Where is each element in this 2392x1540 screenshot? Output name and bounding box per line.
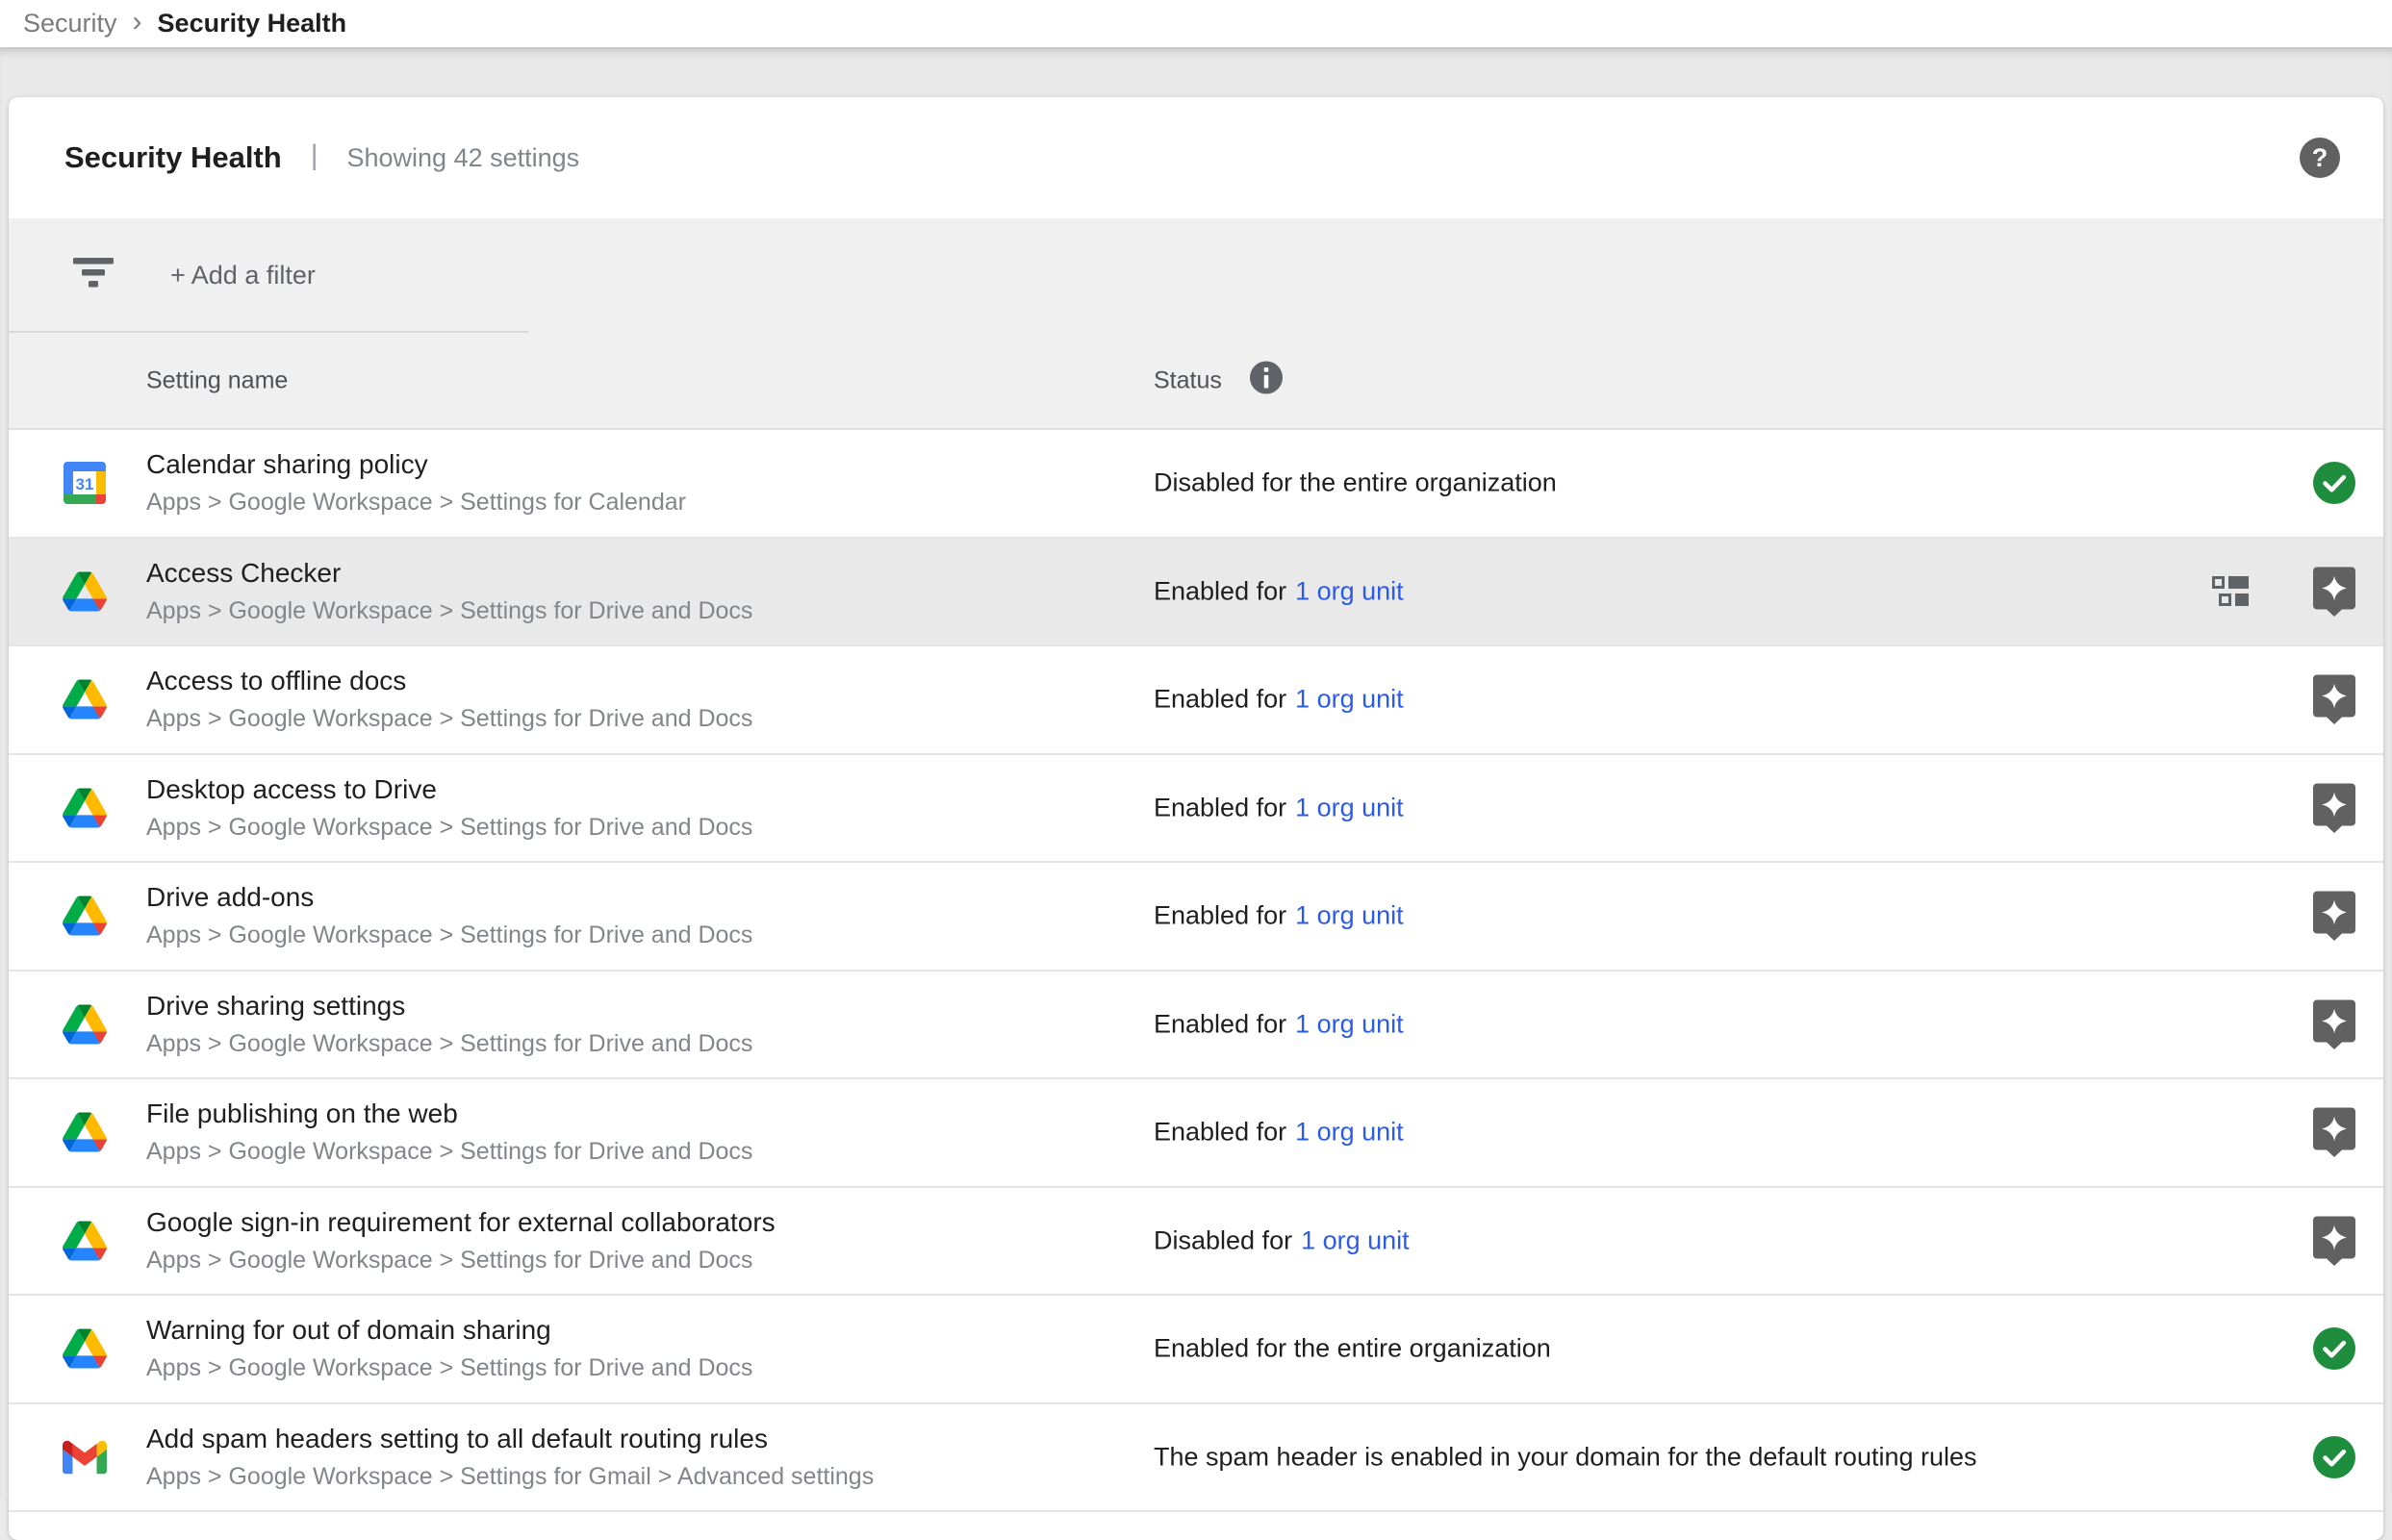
drive-icon <box>62 788 108 827</box>
security-health-card: Security Health | Showing 42 settings ? <box>9 97 2383 1540</box>
status-text: Enabled for1 org unit <box>1154 1009 1404 1039</box>
add-filter-label: + Add a filter <box>170 261 316 290</box>
table-head-area: + Add a filter Setting name Status <box>9 218 2383 430</box>
setting-title: Drive sharing settings <box>146 991 752 1022</box>
check-icon <box>2312 461 2356 505</box>
recommendation-badge-icon[interactable] <box>2312 674 2356 725</box>
card-header: Security Health | Showing 42 settings ? <box>9 97 2383 218</box>
drive-icon <box>62 1329 108 1369</box>
setting-path: Apps > Google Workspace > Settings for C… <box>146 489 686 517</box>
status-text: Enabled for1 org unit <box>1154 901 1404 931</box>
breadcrumb: Security › Security Health <box>0 0 2392 47</box>
org-unit-link[interactable]: 1 org unit <box>1295 685 1404 714</box>
table-row[interactable]: Drive add-ons Apps > Google Workspace > … <box>9 863 2383 972</box>
filter-icon <box>72 257 115 294</box>
recommendation-badge-icon[interactable] <box>2312 566 2356 617</box>
setting-title: Add spam headers setting to all default … <box>146 1424 874 1454</box>
recommendation-badge-icon[interactable] <box>2312 1107 2356 1158</box>
setting-path: Apps > Google Workspace > Settings for G… <box>146 1463 874 1491</box>
svg-text:31: 31 <box>76 475 94 493</box>
org-unit-link[interactable]: 1 org unit <box>1295 1118 1404 1147</box>
help-icon[interactable]: ? <box>2299 137 2341 179</box>
table-row[interactable]: Drive sharing settings Apps > Google Wor… <box>9 972 2383 1080</box>
calendar-icon: 31 <box>62 462 108 504</box>
setting-title: Warning for out of domain sharing <box>146 1315 752 1346</box>
status-text: Enabled for1 org unit <box>1154 793 1404 822</box>
drive-icon <box>62 680 108 720</box>
setting-path: Apps > Google Workspace > Settings for D… <box>146 597 752 625</box>
setting-path: Apps > Google Workspace > Settings for D… <box>146 1354 752 1382</box>
breadcrumb-current-page: Security Health <box>158 9 347 38</box>
status-text: Disabled for1 org unit <box>1154 1225 1410 1255</box>
drive-icon <box>62 1113 108 1152</box>
column-header-status: Status <box>1154 366 1222 394</box>
org-unit-link[interactable]: 1 org unit <box>1295 901 1404 930</box>
check-icon <box>2312 1326 2356 1371</box>
setting-path: Apps > Google Workspace > Settings for D… <box>146 921 752 949</box>
table-row[interactable]: 31 Calendar sharing policy Apps > Google… <box>9 430 2383 539</box>
setting-title: Desktop access to Drive <box>146 774 752 805</box>
check-icon <box>2312 1435 2356 1479</box>
info-icon[interactable] <box>1249 360 1284 401</box>
recommendation-badge-icon[interactable] <box>2312 1215 2356 1266</box>
table-row[interactable]: Desktop access to Drive Apps > Google Wo… <box>9 755 2383 864</box>
table-row[interactable]: Warning for out of domain sharing Apps >… <box>9 1296 2383 1404</box>
setting-path: Apps > Google Workspace > Settings for D… <box>146 1247 776 1275</box>
settings-count: Showing 42 settings <box>347 143 580 173</box>
setting-path: Apps > Google Workspace > Settings for D… <box>146 1138 752 1166</box>
gmail-icon <box>62 1440 108 1474</box>
title-divider: | <box>311 139 318 172</box>
page-title: Security Health <box>64 140 282 175</box>
drive-icon <box>62 571 108 611</box>
column-header-setting-name: Setting name <box>146 366 288 394</box>
drive-icon <box>62 896 108 936</box>
recommendation-badge-icon[interactable] <box>2312 891 2356 942</box>
add-filter-control[interactable]: + Add a filter <box>9 218 2383 333</box>
status-text: Enabled for the entire organization <box>1154 1334 1551 1364</box>
drive-icon <box>62 1221 108 1260</box>
setting-title: Google sign-in requirement for external … <box>146 1207 776 1238</box>
org-units-icon[interactable] <box>2212 576 2249 607</box>
status-text: Disabled for the entire organization <box>1154 468 1557 498</box>
org-unit-link[interactable]: 1 org unit <box>1295 1009 1404 1038</box>
setting-title: File publishing on the web <box>146 1098 752 1129</box>
table-column-headers: Setting name Status <box>9 333 2383 428</box>
status-text: Enabled for1 org unit <box>1154 1118 1404 1148</box>
table-row[interactable]: Access Checker Apps > Google Workspace >… <box>9 539 2383 647</box>
recommendation-badge-icon[interactable] <box>2312 998 2356 1049</box>
setting-title: Drive add-ons <box>146 882 752 913</box>
page-background: Security Health | Showing 42 settings ? <box>0 47 2392 1495</box>
settings-table-body: 31 Calendar sharing policy Apps > Google… <box>9 430 2383 1512</box>
status-text: The spam header is enabled in your domai… <box>1154 1442 1977 1472</box>
setting-path: Apps > Google Workspace > Settings for D… <box>146 1030 752 1058</box>
table-row[interactable]: Access to offline docs Apps > Google Wor… <box>9 646 2383 755</box>
org-unit-link[interactable]: 1 org unit <box>1295 576 1404 605</box>
table-row[interactable]: Google sign-in requirement for external … <box>9 1188 2383 1297</box>
setting-title: Calendar sharing policy <box>146 449 686 480</box>
drive-icon <box>62 1004 108 1044</box>
setting-path: Apps > Google Workspace > Settings for D… <box>146 814 752 842</box>
setting-title: Access to offline docs <box>146 666 752 696</box>
chevron-right-icon: › <box>133 8 142 40</box>
recommendation-badge-icon[interactable] <box>2312 782 2356 833</box>
table-row[interactable]: Add spam headers setting to all default … <box>9 1404 2383 1513</box>
svg-text:?: ? <box>2312 143 2328 172</box>
setting-path: Apps > Google Workspace > Settings for D… <box>146 705 752 733</box>
table-row[interactable]: File publishing on the web Apps > Google… <box>9 1079 2383 1188</box>
setting-title: Access Checker <box>146 558 752 589</box>
org-unit-link[interactable]: 1 org unit <box>1301 1225 1410 1254</box>
org-unit-link[interactable]: 1 org unit <box>1295 793 1404 821</box>
breadcrumb-security-link[interactable]: Security <box>23 9 117 38</box>
status-text: Enabled for1 org unit <box>1154 576 1404 606</box>
status-text: Enabled for1 org unit <box>1154 685 1404 715</box>
